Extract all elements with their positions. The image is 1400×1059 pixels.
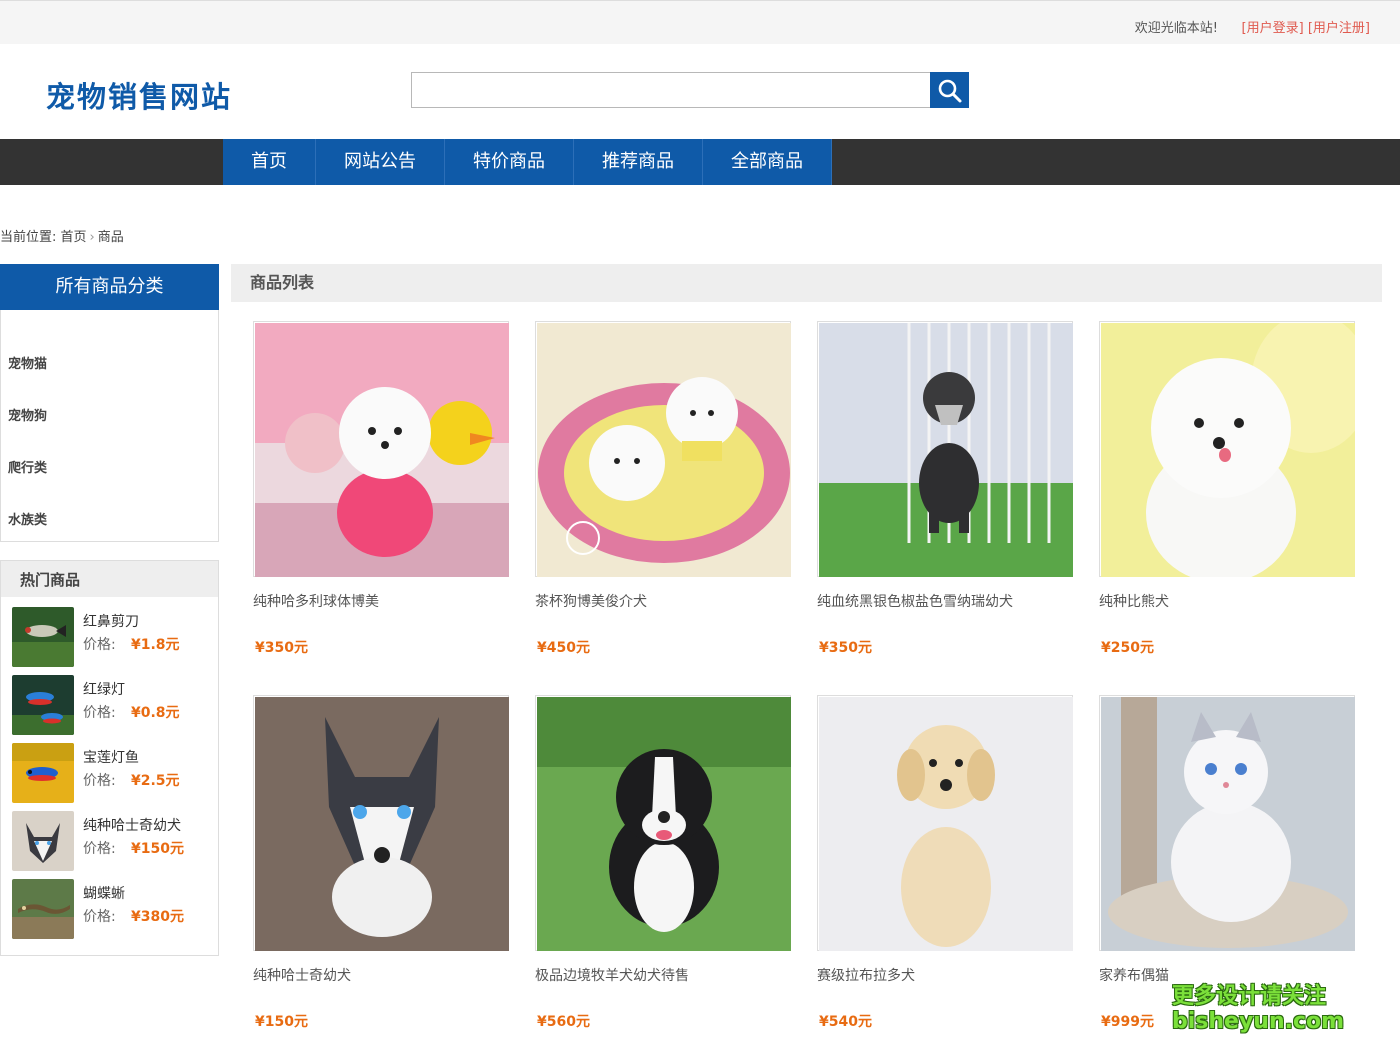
- search-input[interactable]: [411, 72, 931, 108]
- product-name[interactable]: 纯种哈士奇幼犬: [253, 965, 351, 985]
- product-image[interactable]: [1101, 697, 1355, 951]
- nav-home[interactable]: 首页: [223, 139, 316, 185]
- product-price: ¥999元: [1101, 1014, 1154, 1030]
- search-icon: [938, 79, 962, 103]
- product-image-frame[interactable]: [535, 695, 791, 951]
- hot-product-item[interactable]: 蝴蝶蜥 价格: ¥380元: [12, 879, 212, 941]
- product-thumbnail[interactable]: [12, 879, 74, 939]
- product-image[interactable]: [819, 697, 1073, 951]
- hot-product-item[interactable]: 宝莲灯鱼 价格: ¥2.5元: [12, 743, 212, 805]
- product-price: ¥250元: [1101, 640, 1154, 656]
- hot-product-name[interactable]: 宝莲灯鱼: [83, 747, 139, 767]
- product-name[interactable]: 纯种比熊犬: [1099, 591, 1169, 611]
- hot-product-item[interactable]: 纯种哈士奇幼犬 价格: ¥150元: [12, 811, 212, 873]
- welcome-text: 欢迎光临本站!: [1134, 21, 1218, 36]
- account-links: [用户登录] [用户注册]: [1242, 17, 1370, 36]
- hot-products-panel: 热门商品 红鼻剪刀 价格: ¥1.8元 红绿灯 价格: ¥0.8元 宝莲灯鱼 价…: [0, 560, 219, 956]
- nav-recommended[interactable]: 推荐商品: [574, 139, 703, 185]
- product-name[interactable]: 纯血统黑银色椒盐色雪纳瑞幼犬: [817, 591, 1013, 611]
- category-panel-title: 所有商品分类: [0, 264, 219, 310]
- product-price: ¥350元: [819, 640, 872, 656]
- hot-product-name[interactable]: 红鼻剪刀: [83, 611, 139, 631]
- product-price: ¥540元: [819, 1014, 872, 1030]
- product-image-frame[interactable]: [253, 321, 509, 577]
- hot-product-item[interactable]: 红鼻剪刀 价格: ¥1.8元: [12, 607, 212, 669]
- category-panel: 所有商品分类 宠物猫 宠物狗 爬行类 水族类: [0, 264, 219, 542]
- watermark-line2: bisheyun.com: [1172, 1009, 1345, 1034]
- product-name[interactable]: 赛级拉布拉多犬: [817, 965, 915, 985]
- hot-product-price: ¥1.8元: [131, 637, 180, 653]
- product-image-frame[interactable]: [817, 321, 1073, 577]
- product-image[interactable]: [255, 697, 509, 951]
- breadcrumb: 当前位置: 首页 › 商品: [0, 226, 124, 245]
- price-label: 价格:: [83, 773, 116, 789]
- hot-product-price: ¥150元: [131, 841, 184, 857]
- product-thumbnail[interactable]: [12, 743, 74, 803]
- product-name[interactable]: 家养布偶猫: [1099, 965, 1169, 985]
- category-item-cats[interactable]: 宠物猫: [8, 353, 47, 372]
- hot-product-name[interactable]: 蝴蝶蜥: [83, 883, 125, 903]
- hot-product-price: ¥0.8元: [131, 705, 180, 721]
- product-name[interactable]: 茶杯狗博美俊介犬: [535, 591, 647, 611]
- product-thumbnail[interactable]: [12, 811, 74, 871]
- breadcrumb-prefix: 当前位置:: [0, 230, 57, 245]
- hot-product-name[interactable]: 纯种哈士奇幼犬: [83, 815, 181, 835]
- product-name[interactable]: 极品边境牧羊犬幼犬待售: [535, 965, 689, 985]
- product-image[interactable]: [255, 323, 509, 577]
- product-price: ¥560元: [537, 1014, 590, 1030]
- search-button[interactable]: [930, 72, 969, 108]
- product-image[interactable]: [537, 323, 791, 577]
- product-image[interactable]: [819, 323, 1073, 577]
- register-link[interactable]: [用户注册]: [1308, 21, 1370, 36]
- product-list-title: 商品列表: [231, 264, 1382, 302]
- top-bar: 欢迎光临本站! [用户登录] [用户注册]: [0, 0, 1400, 44]
- product-image[interactable]: [537, 697, 791, 951]
- product-image-frame[interactable]: [1099, 695, 1355, 951]
- nav-announcements[interactable]: 网站公告: [316, 139, 445, 185]
- category-item-reptiles[interactable]: 爬行类: [8, 457, 47, 476]
- price-label: 价格:: [83, 909, 116, 925]
- product-image-frame[interactable]: [535, 321, 791, 577]
- hot-products-title: 热门商品: [1, 561, 218, 597]
- price-label: 价格:: [83, 705, 116, 721]
- main-nav: 首页 网站公告 特价商品 推荐商品 全部商品: [0, 139, 1400, 185]
- price-label: 价格:: [83, 637, 116, 653]
- product-image-frame[interactable]: [253, 695, 509, 951]
- breadcrumb-home[interactable]: 首页: [61, 230, 87, 245]
- nav-all-products[interactable]: 全部商品: [703, 139, 832, 185]
- hot-product-item[interactable]: 红绿灯 价格: ¥0.8元: [12, 675, 212, 737]
- hot-product-price: ¥2.5元: [131, 773, 180, 789]
- product-image-frame[interactable]: [1099, 321, 1355, 577]
- product-price: ¥450元: [537, 640, 590, 656]
- hot-product-price: ¥380元: [131, 909, 184, 925]
- product-price: ¥350元: [255, 640, 308, 656]
- watermark: 更多设计请关注 bisheyun.com: [1172, 984, 1344, 1034]
- price-label: 价格:: [83, 841, 116, 857]
- product-image-frame[interactable]: [817, 695, 1073, 951]
- chevron-right-icon: ›: [89, 230, 95, 245]
- product-image[interactable]: [1101, 323, 1355, 577]
- nav-special-offers[interactable]: 特价商品: [445, 139, 574, 185]
- category-item-dogs[interactable]: 宠物狗: [8, 405, 47, 424]
- product-thumbnail[interactable]: [12, 675, 74, 735]
- hot-product-name[interactable]: 红绿灯: [83, 679, 125, 699]
- watermark-line1: 更多设计请关注: [1172, 984, 1327, 1009]
- product-thumbnail[interactable]: [12, 607, 74, 667]
- product-price: ¥150元: [255, 1014, 308, 1030]
- login-link[interactable]: [用户登录]: [1242, 21, 1304, 36]
- breadcrumb-current: 商品: [97, 230, 124, 245]
- category-item-aquatic[interactable]: 水族类: [8, 509, 47, 528]
- product-name[interactable]: 纯种哈多利球体博美: [253, 591, 379, 611]
- site-logo[interactable]: 宠物销售网站: [46, 74, 232, 116]
